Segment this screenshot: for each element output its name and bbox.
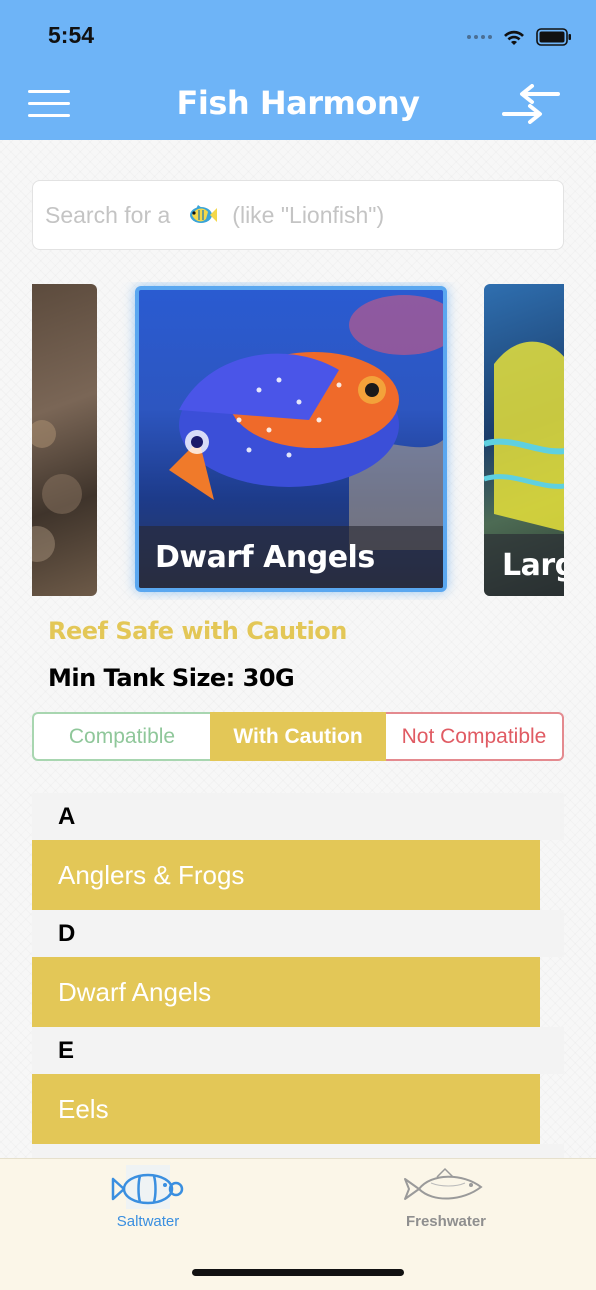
tab-saltwater-label: Saltwater	[116, 1213, 180, 1230]
tab-saltwater[interactable]: Saltwater	[58, 1165, 238, 1230]
min-tank-size: Min Tank Size: 30G	[48, 664, 295, 692]
compatibility-filter[interactable]: Compatible With Caution Not Compatible	[32, 712, 564, 761]
wifi-icon	[504, 30, 524, 45]
reef-safe-status: Reef Safe with Caution	[48, 617, 347, 645]
section-header-e: E	[32, 1027, 564, 1074]
status-icons	[467, 26, 572, 48]
carousel-card-label: Dwarf Angels	[139, 526, 443, 588]
battery-icon	[536, 28, 571, 46]
search-input[interactable]: Search for a (like "Lionfish")	[32, 180, 564, 250]
section-header-a: A	[32, 793, 564, 840]
list-item[interactable]: Eels	[32, 1074, 540, 1144]
carousel-card-previous[interactable]	[32, 284, 97, 596]
fish-icon	[190, 205, 218, 223]
clownfish-icon	[111, 1165, 184, 1209]
app-header: 5:54 Fish Harmony	[0, 0, 596, 140]
list-continuation	[32, 1144, 564, 1158]
carousel-card-next[interactable]: Larg	[484, 284, 564, 596]
list-item[interactable]: Dwarf Angels	[32, 957, 540, 1027]
compatibility-list[interactable]: A Anglers & Frogs D Dwarf Angels E Eels	[32, 793, 564, 1158]
carousel-card-label-next: Larg	[484, 534, 564, 596]
status-time: 5:54	[48, 22, 95, 48]
filter-compatible[interactable]: Compatible	[32, 712, 210, 761]
section-header-d: D	[32, 910, 564, 957]
search-placeholder-suffix: (like "Lionfish")	[232, 201, 385, 228]
filter-not-compatible[interactable]: Not Compatible	[386, 712, 564, 761]
fish-category-carousel[interactable]: Dwarf Angels Larg	[32, 282, 564, 600]
cellular-signal-icon	[467, 35, 492, 39]
home-indicator[interactable]	[192, 1269, 404, 1276]
swap-arrows-icon[interactable]	[500, 84, 562, 124]
filter-with-caution[interactable]: With Caution	[210, 712, 386, 761]
tab-freshwater[interactable]: Freshwater	[356, 1165, 536, 1230]
search-placeholder-prefix: Search for a	[45, 201, 171, 228]
rock-photo	[32, 420, 82, 562]
list-item[interactable]: Anglers & Frogs	[32, 840, 540, 910]
tab-freshwater-label: Freshwater	[405, 1213, 487, 1230]
carousel-card-selected[interactable]: Dwarf Angels	[135, 286, 447, 592]
freshwater-fish-icon	[404, 1167, 483, 1200]
